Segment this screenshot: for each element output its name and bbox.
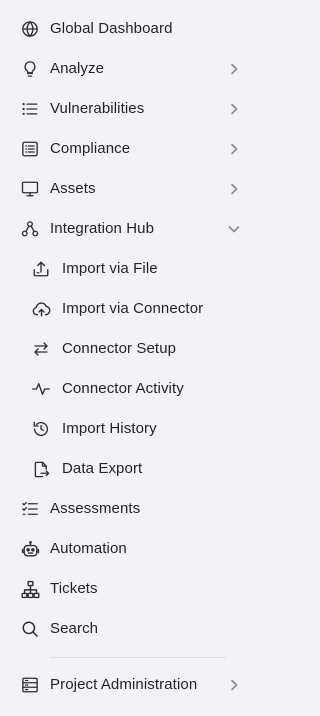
nav-label-import-via-file: Import via File — [62, 260, 158, 277]
nav-item-vulnerabilities[interactable]: Vulnerabilities — [0, 89, 264, 129]
chevron-right-icon — [226, 677, 242, 693]
chevron-right-icon — [226, 181, 242, 197]
nav-item-assets[interactable]: Assets — [0, 169, 264, 209]
nav-item-assessments[interactable]: Assessments — [0, 489, 264, 529]
nav-label-connector-setup: Connector Setup — [62, 340, 177, 357]
cloud-upload-icon — [31, 299, 51, 319]
server-icon — [20, 675, 40, 695]
globe-icon — [20, 19, 40, 39]
nav-subitem-connector-activity[interactable]: Connector Activity — [0, 369, 264, 409]
nav-item-automation[interactable]: Automation — [0, 529, 264, 569]
nav-label-integration-hub: Integration Hub — [50, 220, 155, 237]
nav-subitem-connector-setup[interactable]: Connector Setup — [0, 329, 264, 369]
nav-label-tickets: Tickets — [50, 580, 98, 597]
list-icon — [20, 99, 40, 119]
nav-label-project-administration: Project Administration — [50, 676, 198, 693]
nav-label-import-history: Import History — [62, 420, 157, 437]
sitemap-icon — [20, 579, 40, 599]
monitor-icon — [20, 179, 40, 199]
nav-label-vulnerabilities: Vulnerabilities — [50, 100, 145, 117]
activity-icon — [31, 379, 51, 399]
nav-divider — [50, 657, 226, 658]
nav-label-automation: Automation — [50, 540, 127, 557]
nav-item-tickets[interactable]: Tickets — [0, 569, 264, 609]
nav-subitem-import-history[interactable]: Import History — [0, 409, 264, 449]
checklist-icon — [20, 139, 40, 159]
nav-item-search[interactable]: Search — [0, 609, 264, 649]
hub-icon — [20, 219, 40, 239]
nav-item-analyze[interactable]: Analyze — [0, 49, 264, 89]
nav-label-import-via-connector: Import via Connector — [62, 300, 204, 317]
swap-arrows-icon — [31, 339, 51, 359]
history-icon — [31, 419, 51, 439]
file-export-icon — [31, 459, 51, 479]
sidebar-nav: Global Dashboard Analyze Vulnerabilities — [0, 0, 264, 716]
robot-icon — [20, 539, 40, 559]
search-icon — [20, 619, 40, 639]
nav-item-integration-hub[interactable]: Integration Hub — [0, 209, 264, 249]
nav-label-analyze: Analyze — [50, 60, 105, 77]
chevron-right-icon — [226, 101, 242, 117]
nav-label-assessments: Assessments — [50, 500, 141, 517]
nav-label-global-dashboard: Global Dashboard — [50, 20, 173, 37]
nav-item-project-administration[interactable]: Project Administration — [0, 665, 264, 705]
nav-subitem-import-via-file[interactable]: Import via File — [0, 249, 264, 289]
nav-item-global-dashboard[interactable]: Global Dashboard — [0, 9, 264, 49]
nav-label-data-export: Data Export — [62, 460, 143, 477]
nav-label-assets: Assets — [50, 180, 96, 197]
nav-subitem-import-via-connector[interactable]: Import via Connector — [0, 289, 264, 329]
task-list-icon — [20, 499, 40, 519]
nav-label-search: Search — [50, 620, 99, 637]
lightbulb-icon — [20, 59, 40, 79]
chevron-down-icon — [226, 221, 242, 237]
nav-item-compliance[interactable]: Compliance — [0, 129, 264, 169]
nav-label-connector-activity: Connector Activity — [62, 380, 184, 397]
nav-label-compliance: Compliance — [50, 140, 131, 157]
upload-tray-icon — [31, 259, 51, 279]
nav-subitem-data-export[interactable]: Data Export — [0, 449, 264, 489]
chevron-right-icon — [226, 61, 242, 77]
chevron-right-icon — [226, 141, 242, 157]
